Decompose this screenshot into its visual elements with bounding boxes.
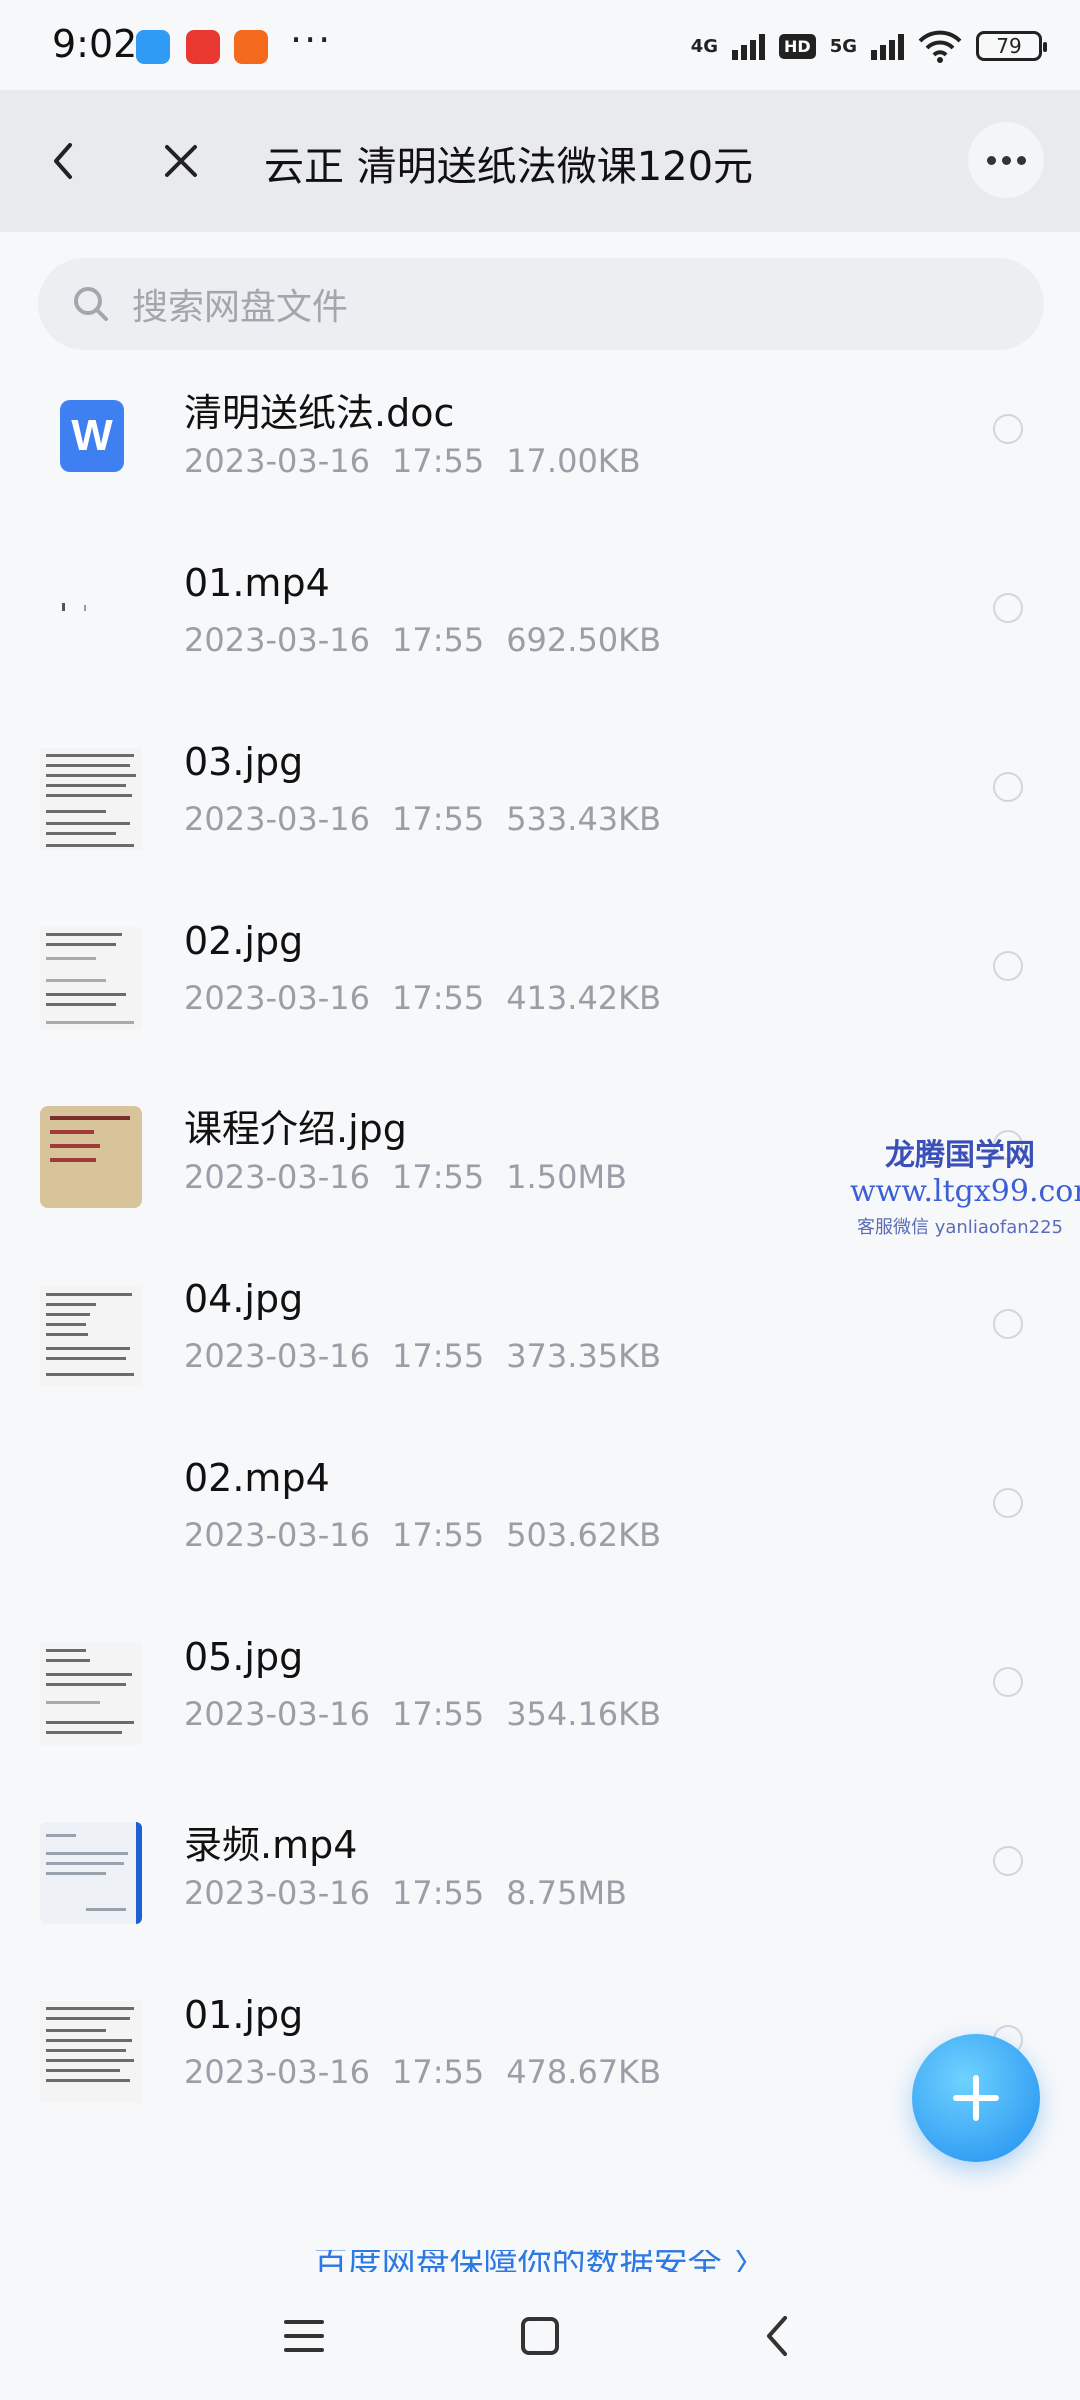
- screen-recording-thumbnail: [40, 1822, 142, 1924]
- app-icon-blue: [136, 30, 170, 64]
- file-row[interactable]: 01.mp4 2023-03-16 17:55 692.50KB: [0, 539, 1080, 718]
- file-row[interactable]: W 清明送纸法.doc 2023-03-16 17:55 17.00KB: [0, 360, 1080, 539]
- network-5g-label: 5G: [829, 35, 857, 57]
- video-thumbnail: [40, 1464, 142, 1566]
- search-placeholder: 搜索网盘文件: [132, 287, 349, 328]
- status-time: 9:02: [52, 22, 138, 66]
- mi-icon: [234, 30, 268, 64]
- plus-icon: [953, 2075, 999, 2121]
- close-button[interactable]: [146, 126, 216, 196]
- file-name: 录频.mp4: [184, 1823, 358, 1867]
- text-page-thumbnail: [40, 927, 142, 1029]
- file-name: 01.mp4: [184, 561, 330, 605]
- hd-badge: HD: [779, 33, 816, 59]
- file-meta: 2023-03-16 17:55 413.42KB: [184, 979, 662, 1017]
- search-icon: [74, 287, 108, 321]
- close-icon: [165, 145, 197, 177]
- add-button[interactable]: [912, 2034, 1040, 2162]
- signal-4g-icon: [732, 32, 766, 60]
- file-name: 04.jpg: [184, 1277, 304, 1321]
- file-row[interactable]: 录频.mp4 2023-03-16 17:55 8.75MB: [0, 1792, 1080, 1971]
- system-nav-bar: [0, 2272, 1080, 2400]
- file-row[interactable]: 04.jpg 2023-03-16 17:55 373.35KB: [0, 1255, 1080, 1434]
- file-meta: 2023-03-16 17:55 8.75MB: [184, 1874, 627, 1912]
- select-radio[interactable]: [993, 1309, 1023, 1339]
- text-page-thumbnail: [40, 1285, 142, 1387]
- file-meta: 2023-03-16 17:55 354.16KB: [184, 1695, 662, 1733]
- select-radio[interactable]: [993, 593, 1023, 623]
- word-doc-icon: W: [60, 400, 124, 472]
- chevron-left-icon: [54, 143, 72, 179]
- more-dots-icon: [986, 155, 996, 165]
- select-radio[interactable]: [993, 1667, 1023, 1697]
- status-bar: 9:02 ··· 4G HD 5G 79: [0, 0, 1080, 90]
- select-radio[interactable]: [993, 1846, 1023, 1876]
- file-name: 02.jpg: [184, 919, 304, 963]
- watermark-contact: 客服微信 yanliaofan225: [857, 1217, 1063, 1238]
- text-page-thumbnail: [40, 2001, 142, 2103]
- file-meta: 2023-03-16 17:55 478.67KB: [184, 2053, 662, 2091]
- nav-back-button[interactable]: [740, 2300, 812, 2372]
- file-list: W 清明送纸法.doc 2023-03-16 17:55 17.00KB 01.mp…: [0, 360, 1080, 2150]
- watermark: 龙腾国学网 www.ltgx99.com 客服微信 yanliaofan225: [850, 1130, 1080, 1239]
- text-page-thumbnail: [40, 748, 142, 850]
- select-radio[interactable]: [993, 1488, 1023, 1518]
- more-options-button[interactable]: [968, 122, 1044, 198]
- file-meta: 2023-03-16 17:55 692.50KB: [184, 621, 662, 659]
- chevron-left-icon: [767, 2316, 787, 2356]
- file-name: 清明送纸法.doc: [184, 391, 455, 435]
- file-meta: 2023-03-16 17:55 1.50MB: [184, 1158, 627, 1196]
- file-meta: 2023-03-16 17:55 533.43KB: [184, 800, 662, 838]
- file-row[interactable]: 05.jpg 2023-03-16 17:55 354.16KB: [0, 1613, 1080, 1792]
- signal-5g-icon: [871, 32, 904, 60]
- more-notifications-icon: ···: [290, 18, 333, 62]
- watermark-title: 龙腾国学网: [885, 1138, 1035, 1173]
- file-row[interactable]: 03.jpg 2023-03-16 17:55 533.43KB: [0, 718, 1080, 897]
- file-row[interactable]: 02.mp4 2023-03-16 17:55 503.62KB: [0, 1434, 1080, 1613]
- status-indicators: 4G HD 5G 79: [690, 24, 1047, 68]
- file-name: 05.jpg: [184, 1635, 304, 1679]
- text-page-thumbnail: [40, 1643, 142, 1745]
- square-icon: [521, 2317, 559, 2355]
- app-icon-red: [186, 30, 220, 64]
- file-row[interactable]: 02.jpg 2023-03-16 17:55 413.42KB: [0, 897, 1080, 1076]
- recents-button[interactable]: [268, 2300, 340, 2372]
- select-radio[interactable]: [993, 772, 1023, 802]
- search-input[interactable]: 搜索网盘文件: [38, 258, 1044, 350]
- battery-icon: 79: [976, 31, 1047, 61]
- select-radio[interactable]: [993, 414, 1023, 444]
- wifi-icon: [918, 30, 962, 63]
- watermark-url: www.ltgx99.com: [850, 1174, 1080, 1209]
- parchment-thumbnail: [40, 1106, 142, 1208]
- header: 云正 清明送纸法微课120元: [0, 90, 1080, 232]
- file-name: 03.jpg: [184, 740, 304, 784]
- file-meta: 2023-03-16 17:55 373.35KB: [184, 1337, 662, 1375]
- file-meta: 2023-03-16 17:55 17.00KB: [184, 442, 641, 480]
- home-button[interactable]: [504, 2300, 576, 2372]
- file-meta: 2023-03-16 17:55 503.62KB: [184, 1516, 662, 1554]
- network-4g-label: 4G: [690, 35, 719, 57]
- page-title: 云正 清明送纸法微课120元: [264, 144, 754, 190]
- select-radio[interactable]: [993, 951, 1023, 981]
- file-name: 课程介绍.jpg: [184, 1107, 407, 1151]
- file-name: 02.mp4: [184, 1456, 330, 1500]
- video-thumbnail: [40, 569, 142, 671]
- menu-icon: [284, 2320, 324, 2352]
- back-button[interactable]: [28, 126, 98, 196]
- file-name: 01.jpg: [184, 1993, 304, 2037]
